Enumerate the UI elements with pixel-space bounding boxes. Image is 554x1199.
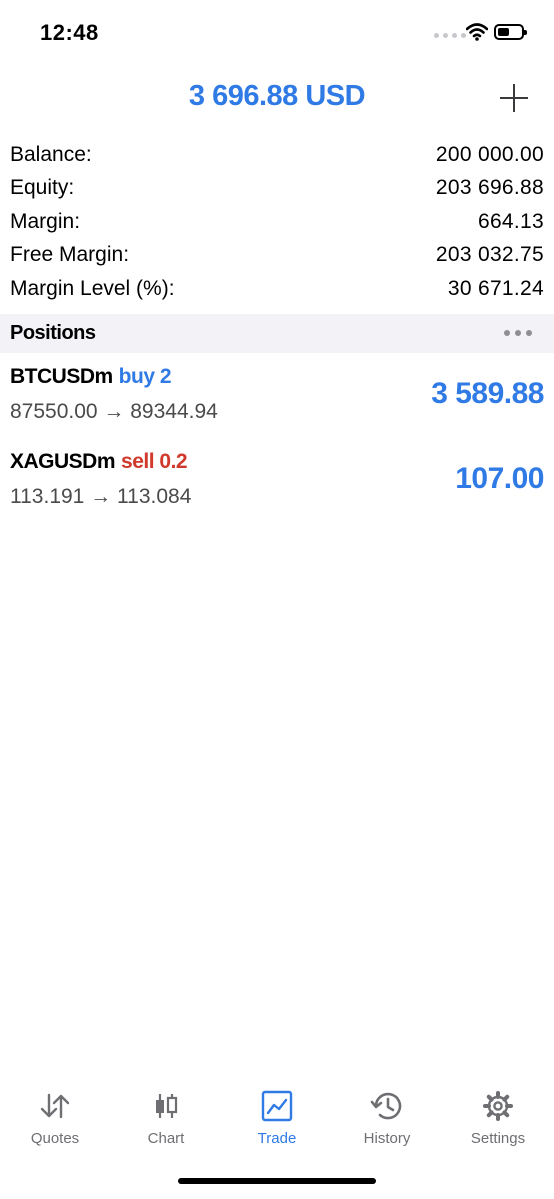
- new-order-button[interactable]: [496, 80, 532, 116]
- positions-title: Positions: [10, 322, 96, 344]
- position-profit: 3 589.88: [431, 377, 544, 410]
- margin-value: 664.13: [477, 209, 544, 233]
- position-side: buy 2: [118, 365, 172, 388]
- position-side: sell 0.2: [121, 450, 188, 473]
- status-bar: 12:48: [0, 0, 554, 64]
- margin-level-label: Margin Level (%):: [10, 276, 175, 300]
- balance-value: 200 000.00: [435, 142, 544, 166]
- tab-quotes[interactable]: Quotes: [0, 1088, 110, 1147]
- trade-chart-icon: [261, 1090, 293, 1122]
- balance-label: Balance:: [10, 142, 92, 166]
- balance-row: Balance: 200 000.00: [10, 138, 544, 172]
- status-time: 12:48: [40, 20, 99, 45]
- tab-trade-label: Trade: [257, 1130, 297, 1147]
- history-clock-icon: [370, 1092, 402, 1120]
- tab-chart[interactable]: Chart: [111, 1088, 221, 1147]
- free-margin-label: Free Margin:: [10, 243, 130, 267]
- tab-quotes-label: Quotes: [30, 1130, 80, 1147]
- tab-settings-label: Settings: [470, 1130, 526, 1147]
- account-equity-title: 3 696.88 USD: [188, 80, 366, 112]
- cellular-signal-icon: [434, 33, 466, 38]
- margin-row: Margin: 664.13: [10, 205, 544, 239]
- tab-settings[interactable]: Settings: [443, 1088, 553, 1147]
- free-margin-row: Free Margin: 203 032.75: [10, 239, 544, 273]
- quotes-arrows-icon: [40, 1093, 70, 1119]
- tab-chart-label: Chart: [147, 1130, 185, 1147]
- battery-icon: [494, 24, 527, 40]
- position-profit: 107.00: [455, 462, 544, 495]
- equity-label: Equity:: [10, 176, 75, 200]
- free-margin-value: 203 032.75: [435, 243, 544, 267]
- position-row[interactable]: XAGUSDm sell 0.2 113.191 → 113.084 107.00: [0, 438, 554, 523]
- candlestick-chart-icon: [156, 1094, 178, 1118]
- wifi-icon: [466, 23, 488, 41]
- position-symbol: BTCUSDm: [10, 365, 113, 388]
- home-indicator[interactable]: [178, 1178, 376, 1184]
- equity-value: 203 696.88: [435, 176, 544, 200]
- tab-history-label: History: [363, 1130, 411, 1147]
- tab-history[interactable]: History: [332, 1088, 442, 1147]
- tab-trade[interactable]: Trade: [222, 1088, 332, 1147]
- header: 3 696.88 USD: [0, 70, 554, 126]
- margin-label: Margin:: [10, 209, 81, 233]
- position-symbol: XAGUSDm: [10, 450, 116, 473]
- account-summary: Balance: 200 000.00 Equity: 203 696.88 M…: [10, 138, 544, 306]
- margin-level-row: Margin Level (%): 30 671.24: [10, 272, 544, 306]
- position-prices: 87550.00 → 89344.94: [10, 400, 218, 423]
- margin-level-value: 30 671.24: [447, 276, 544, 300]
- position-row[interactable]: BTCUSDm buy 2 87550.00 → 89344.94 3 589.8…: [0, 353, 554, 438]
- position-prices: 113.191 → 113.084: [10, 485, 192, 508]
- positions-list: BTCUSDm buy 2 87550.00 → 89344.94 3 589.8…: [0, 353, 554, 523]
- more-dots-icon[interactable]: [504, 330, 532, 336]
- equity-row: Equity: 203 696.88: [10, 172, 544, 206]
- positions-section-header: Positions: [0, 314, 554, 353]
- gear-icon: [483, 1091, 513, 1121]
